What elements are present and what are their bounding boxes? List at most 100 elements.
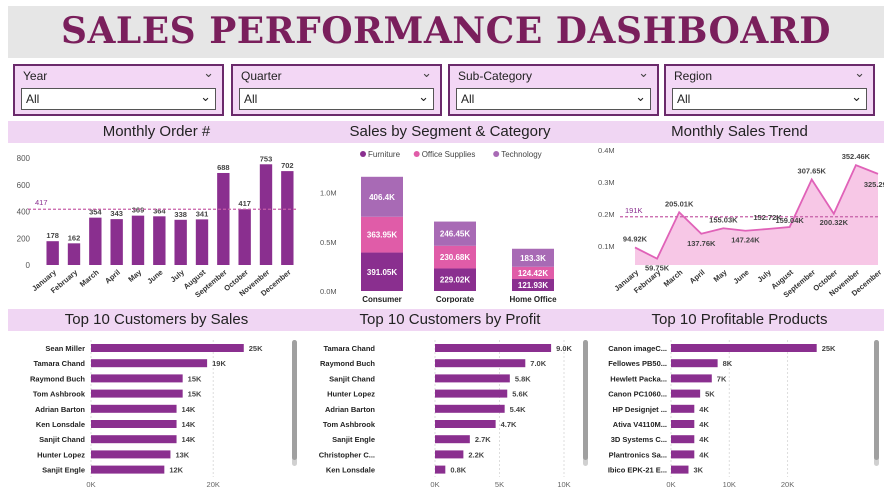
slicer-dropdown[interactable]: All ⌄	[672, 88, 867, 110]
bar	[435, 344, 552, 352]
bar	[217, 172, 230, 265]
bar	[46, 241, 59, 265]
data-label: 205.01K	[665, 199, 694, 208]
data-label: 406.4K	[369, 193, 395, 202]
chevron-down-icon[interactable]: ⌄	[203, 66, 214, 81]
slicer-region[interactable]: Region ⌄ All ⌄	[664, 64, 875, 116]
section-title-segment: Sales by Segment & Category	[305, 121, 595, 143]
section-title-top-profit: Top 10 Customers by Profit	[305, 309, 595, 331]
y-tick-label: 0.0M	[320, 287, 337, 296]
x-tick-label: June	[145, 268, 164, 286]
data-label: 2.2K	[468, 450, 484, 459]
data-label: 183.3K	[520, 254, 546, 263]
scrollbar-thumb[interactable]	[874, 340, 879, 460]
x-tick-label: March	[78, 267, 101, 288]
top-customers-profit-chart[interactable]: 0K 5K 10K Tamara Chand 9.0K Raymond Buch 7.0K S…	[305, 336, 595, 496]
scrollbar-top-sales[interactable]	[292, 340, 297, 466]
bar	[671, 420, 695, 428]
data-label: 363.95K	[367, 231, 397, 240]
data-label: 13K	[175, 450, 189, 459]
data-label: 341	[196, 209, 209, 218]
category-label: Sanjit Engle	[332, 435, 375, 444]
y-tick-label: 0	[26, 261, 31, 270]
slicer-dropdown[interactable]: All ⌄	[456, 88, 651, 110]
slicer-value: All	[26, 92, 40, 106]
bar	[281, 171, 294, 265]
scrollbar-thumb[interactable]	[583, 340, 588, 460]
slicer-dropdown[interactable]: All ⌄	[239, 88, 434, 110]
data-label: 307.65K	[798, 167, 827, 176]
slicer-sub-category[interactable]: Sub-Category ⌄ All ⌄	[448, 64, 659, 116]
category-label: Sanjit Chand	[39, 435, 85, 444]
category-label: Plantronics Sa...	[609, 450, 667, 459]
data-label: 753	[260, 154, 273, 163]
x-tick-label: June	[732, 268, 751, 286]
top-products-chart[interactable]: 0K 10K 20K Canon imageC... 25K Fellowes PB50.…	[595, 336, 884, 496]
x-tick-label: 5K	[495, 480, 504, 489]
bar	[91, 404, 177, 413]
category-label: Tamara Chand	[323, 344, 375, 353]
data-label: 352.46K	[842, 152, 871, 161]
data-label: 325.29K	[864, 180, 884, 189]
bar	[435, 420, 496, 428]
bar	[671, 450, 695, 459]
bar	[435, 435, 470, 444]
chevron-down-icon[interactable]: ⌄	[851, 89, 862, 105]
data-label: 159.04K	[775, 216, 804, 225]
x-tick-label: 10K	[557, 480, 570, 489]
section-title-monthly-order: Monthly Order #	[8, 121, 305, 143]
slicer-label: Region	[674, 69, 713, 83]
data-label: 688	[217, 163, 230, 172]
data-label: 94.92K	[623, 234, 648, 243]
data-label: 162	[68, 233, 81, 242]
slicer-dropdown[interactable]: All ⌄	[21, 88, 216, 110]
x-tick-label: Corporate	[436, 295, 475, 303]
bar	[671, 359, 718, 368]
monthly-sales-trend-chart[interactable]: 0.1M 0.2M 0.3M 0.4M 191K 94.92K January 59.75K F…	[595, 143, 892, 303]
dashboard-header: SALES PERFORMANCE DASHBOARD	[8, 6, 884, 58]
x-tick-label: Home Office	[509, 295, 557, 303]
bar	[174, 219, 187, 265]
category-label: Ibico EPK-21 E...	[608, 466, 667, 475]
category-label: Adrian Barton	[325, 405, 375, 414]
chevron-down-icon[interactable]: ⌄	[635, 89, 646, 105]
x-tick-label: 20K	[781, 480, 794, 489]
legend-label: Office Supplies	[422, 150, 476, 159]
data-label: 7K	[717, 374, 727, 383]
y-tick-label: 1.0M	[320, 189, 337, 198]
chevron-down-icon[interactable]: ⌄	[421, 66, 432, 81]
data-label: 246.45K	[440, 230, 470, 239]
chevron-down-icon[interactable]: ⌄	[200, 89, 211, 105]
segment-category-chart[interactable]: Furniture Office Supplies Technology 0.0M 0.…	[305, 143, 595, 304]
slicer-year[interactable]: Year ⌄ All ⌄	[13, 64, 224, 116]
bar	[91, 344, 244, 352]
data-label: 121.93K	[518, 281, 548, 290]
monthly-order-chart[interactable]: 0 200 400 600 800 178 January 162 February 354 Mar…	[8, 143, 305, 303]
data-label: 4.7K	[501, 420, 517, 429]
scrollbar-top-products[interactable]	[874, 340, 879, 466]
bar	[91, 435, 177, 444]
x-tick-label: April	[103, 268, 122, 286]
scrollbar-top-profit[interactable]	[583, 340, 588, 466]
chevron-down-icon[interactable]: ⌄	[418, 89, 429, 105]
bar	[195, 219, 209, 265]
data-label: 178	[46, 231, 59, 240]
category-label: Fellowes PB50...	[608, 359, 667, 368]
x-tick-label: July	[756, 267, 774, 284]
slicer-value: All	[461, 92, 475, 106]
category-label: Christopher C...	[319, 450, 375, 459]
scrollbar-thumb[interactable]	[292, 340, 297, 460]
slicer-quarter[interactable]: Quarter ⌄ All ⌄	[231, 64, 442, 116]
slicer-label: Year	[23, 69, 48, 83]
legend-marker	[360, 151, 366, 157]
slicer-value: All	[677, 92, 691, 106]
chevron-down-icon[interactable]: ⌄	[638, 66, 649, 81]
top-customers-sales-chart[interactable]: 0K 20K Sean Miller 25K Tamara Chand 19K Raymon…	[8, 336, 305, 496]
chevron-down-icon[interactable]: ⌄	[854, 66, 865, 81]
y-tick-label: 0.4M	[598, 146, 615, 155]
category-label: Sean Miller	[45, 344, 85, 353]
category-label: Sanjit Engle	[42, 466, 85, 475]
x-tick-label: 0K	[430, 480, 439, 489]
x-tick-label: 0K	[666, 480, 675, 489]
bar	[89, 217, 102, 265]
